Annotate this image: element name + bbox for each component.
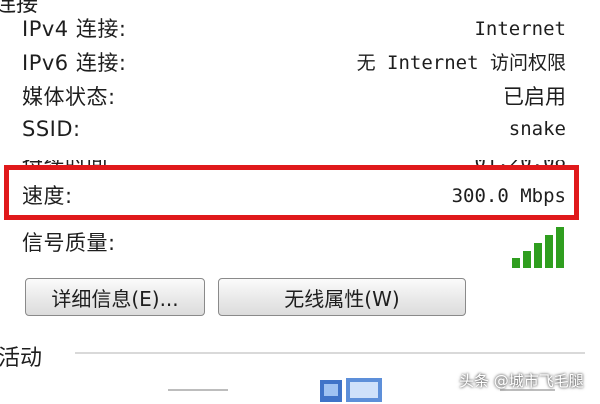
ssid-row: SSID: snake xyxy=(22,114,566,144)
signal-bar-3 xyxy=(534,243,542,268)
media-state-label: 媒体状态: xyxy=(22,85,116,109)
speed-value: 300.0 Mbps xyxy=(451,185,566,207)
ipv4-label: IPv4 连接: xyxy=(22,17,127,41)
section-title-activity: 活动 xyxy=(0,346,43,371)
ssid-label: SSID: xyxy=(22,117,81,141)
activity-sent-text-fragment xyxy=(168,389,228,395)
signal-bar-5 xyxy=(556,227,564,268)
ipv6-label: IPv6 连接: xyxy=(22,51,127,75)
signal-bar-2 xyxy=(523,251,531,268)
signal-quality-row: 信号质量: xyxy=(22,228,566,258)
duration-value: 01:20:08 xyxy=(474,150,566,172)
ipv4-connectivity-row: IPv4 连接: Internet xyxy=(22,14,566,44)
ipv6-connectivity-row: IPv6 连接: 无 Internet 访问权限 xyxy=(22,48,566,78)
duration-row: 持续时间: 01:20:08 xyxy=(22,149,566,176)
details-button[interactable]: 详细信息(E)... xyxy=(25,278,205,316)
signal-bar-4 xyxy=(545,235,553,268)
speed-row: 速度: 300.0 Mbps xyxy=(22,181,566,211)
signal-bar-1 xyxy=(512,258,520,268)
speed-label: 速度: xyxy=(22,184,73,208)
activity-divider xyxy=(75,352,585,354)
ipv4-value: Internet xyxy=(474,18,566,40)
wireless-properties-button[interactable]: 无线属性(W) xyxy=(218,278,466,316)
ipv6-value: 无 Internet 访问权限 xyxy=(356,52,566,74)
ssid-value: snake xyxy=(508,118,566,140)
duration-label: 持续时间: xyxy=(22,149,116,173)
media-state-row: 媒体状态: 已启用 xyxy=(22,82,566,112)
watermark-text: 头条 @城市飞毛腿 xyxy=(459,372,584,390)
signal-strength-icon xyxy=(512,227,564,268)
signal-quality-label: 信号质量: xyxy=(22,231,116,255)
media-state-value: 已启用 xyxy=(503,85,566,109)
